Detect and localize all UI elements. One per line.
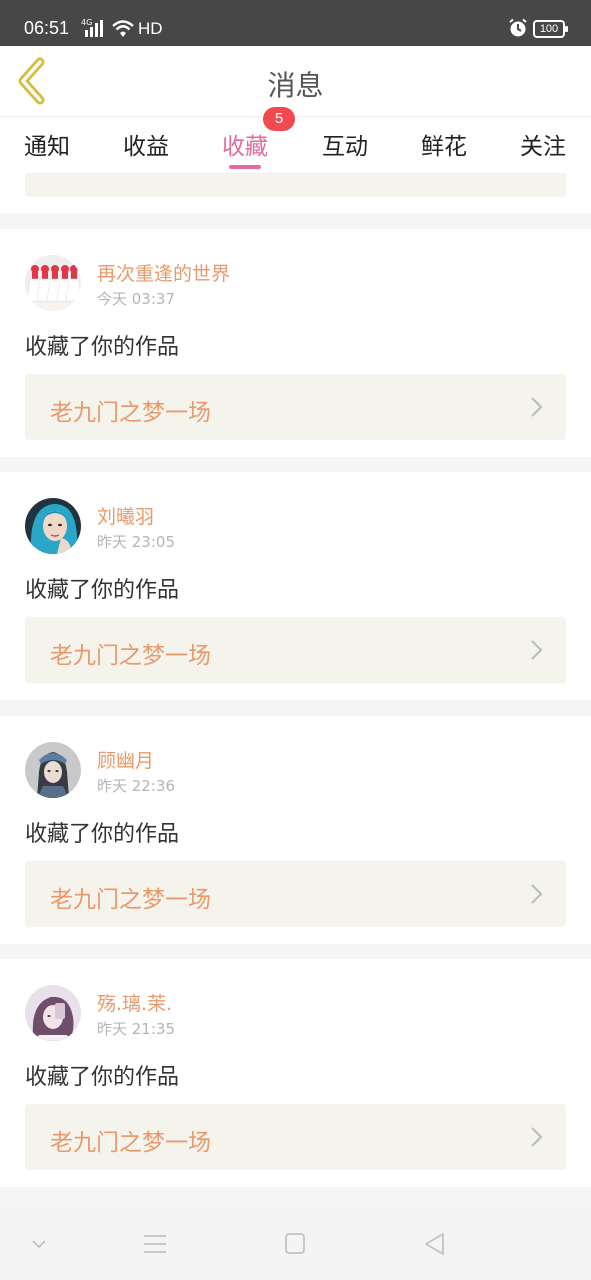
action-text: 收藏了你的作品 [25, 822, 180, 847]
list-item: 再次重逢的世界 今天 03:37 收藏了你的作品 老九门之梦一场 [0, 229, 591, 457]
list-item: 刘曦羽 昨天 23:05 收藏了你的作品 老九门之梦一场 [0, 472, 591, 700]
battery-icon: 100 [533, 20, 568, 38]
chevron-down-icon[interactable] [24, 1230, 54, 1258]
work-link-partial[interactable] [25, 173, 566, 197]
unread-badge: 5 [263, 107, 295, 131]
work-link[interactable]: 老九门之梦一场 [25, 861, 566, 927]
tab-notifications[interactable]: 通知 [24, 127, 70, 161]
avatar[interactable] [25, 742, 81, 798]
chevron-right-icon [531, 640, 543, 660]
active-tab-indicator [229, 165, 261, 169]
chevron-right-icon [531, 397, 543, 417]
username[interactable]: 刘曦羽 [97, 502, 154, 529]
work-link[interactable]: 老九门之梦一场 [25, 374, 566, 440]
avatar[interactable] [25, 985, 81, 1041]
work-title: 老九门之梦一场 [50, 887, 211, 913]
menu-icon[interactable] [140, 1230, 170, 1258]
work-title: 老九门之梦一场 [50, 643, 211, 669]
chevron-right-icon [531, 884, 543, 904]
action-text: 收藏了你的作品 [25, 578, 180, 603]
username[interactable]: 顾幽月 [97, 746, 154, 773]
timestamp: 昨天 23:05 [97, 533, 175, 551]
tab-interactions[interactable]: 互动 [322, 127, 368, 161]
system-nav-bar [0, 1208, 591, 1280]
chevron-right-icon [531, 1127, 543, 1147]
tab-flowers[interactable]: 鲜花 [421, 127, 467, 161]
page-title: 消息 [267, 69, 324, 102]
work-link[interactable]: 老九门之梦一场 [25, 1104, 566, 1170]
avatar[interactable] [25, 255, 81, 311]
signal-icon [85, 20, 103, 37]
app-header: 消息 [0, 46, 591, 117]
list-item: 殇.璃.茉. 昨天 21:35 收藏了你的作品 老九门之梦一场 [0, 959, 591, 1187]
wifi-icon [112, 20, 134, 37]
timestamp: 今天 03:37 [97, 290, 175, 308]
alarm-icon [509, 18, 527, 37]
status-bar: 06:51 4G HD 100 [0, 0, 591, 46]
list-item-partial [0, 173, 591, 213]
back-triangle-icon[interactable] [420, 1230, 450, 1258]
timestamp: 昨天 21:35 [97, 1020, 175, 1038]
tab-earnings[interactable]: 收益 [123, 127, 169, 161]
hd-indicator: HD [138, 19, 163, 38]
tab-following[interactable]: 关注 [520, 127, 566, 161]
avatar[interactable] [25, 498, 81, 554]
tab-bar: 通知 收益 收藏 5 互动 鲜花 关注 [0, 107, 591, 173]
work-title: 老九门之梦一场 [50, 400, 211, 426]
status-time: 06:51 [24, 18, 70, 38]
home-square-icon[interactable] [280, 1230, 310, 1258]
work-title: 老九门之梦一场 [50, 1130, 211, 1156]
username[interactable]: 再次重逢的世界 [97, 259, 230, 286]
action-text: 收藏了你的作品 [25, 335, 180, 360]
tab-favorites[interactable]: 收藏 [222, 127, 268, 161]
list-item: 顾幽月 昨天 22:36 收藏了你的作品 老九门之梦一场 [0, 716, 591, 944]
timestamp: 昨天 22:36 [97, 777, 175, 795]
username[interactable]: 殇.璃.茉. [97, 989, 172, 1016]
work-link[interactable]: 老九门之梦一场 [25, 617, 566, 683]
action-text: 收藏了你的作品 [25, 1065, 180, 1090]
